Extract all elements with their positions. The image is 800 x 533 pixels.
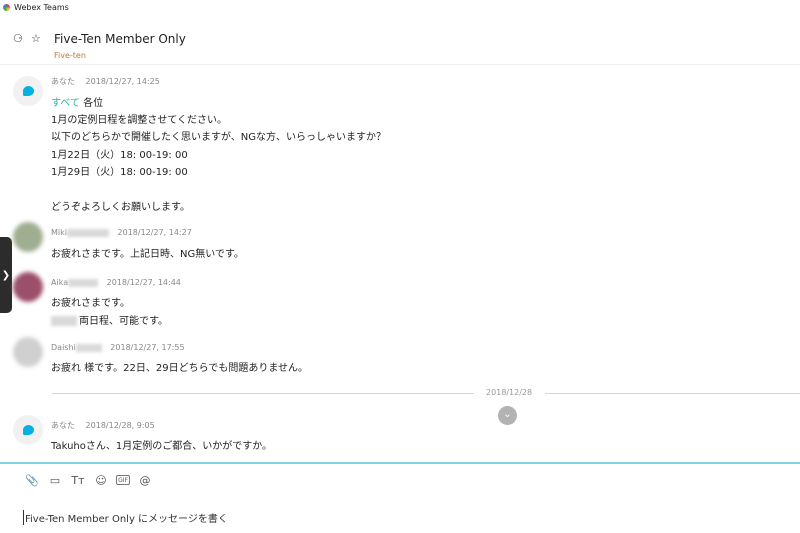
space-title: Five-Ten Member Only: [54, 32, 186, 46]
redacted-name: [66, 228, 109, 237]
space-info-icon[interactable]: ⚆: [13, 33, 23, 44]
message-author: Aika: [51, 278, 69, 287]
message-text: どうぞよろしくお願いします。: [51, 202, 190, 213]
avatar: [13, 415, 43, 445]
redacted-name: [75, 343, 102, 352]
title-bar: Webex Teams: [0, 0, 800, 14]
chat-bubble-icon: [22, 86, 34, 96]
team-name[interactable]: Five-ten: [54, 51, 86, 60]
message-text: 両日程、可能です。: [51, 312, 168, 327]
message-author: あなた: [51, 421, 75, 430]
redacted-name: [68, 278, 99, 287]
message-text: 1月の定例日程を調整させてください。: [51, 115, 228, 126]
composer-toolbar: 📎 ▭ Tᴛ ☺ GIF @: [24, 473, 153, 487]
app-title: Webex Teams: [14, 2, 69, 12]
message-author: Miki: [51, 228, 67, 237]
date-divider-label: 2018/12/28: [486, 388, 533, 397]
avatar: [13, 337, 43, 367]
message-input[interactable]: Five-Ten Member Only にメッセージを書く: [23, 510, 228, 525]
message-time: 2018/12/28, 9:05: [85, 421, 155, 430]
avatar: [13, 76, 43, 106]
date-divider-line: [545, 393, 800, 394]
message-meta: Aika 2018/12/27, 14:44: [51, 278, 181, 287]
message-meta: Miki 2018/12/27, 14:27: [51, 228, 192, 237]
message-meta: あなた 2018/12/27, 14:25: [51, 76, 160, 87]
message-author: あなた: [51, 77, 75, 86]
message-text: 1月29日（火）18: 00-19: 00: [51, 167, 188, 178]
webex-logo-icon: [3, 3, 10, 11]
mention-icon[interactable]: @: [137, 473, 153, 487]
message-time: 2018/12/27, 14:44: [106, 278, 181, 287]
space-header: ⚆ ☆ Five-Ten Member Only Five-ten: [0, 24, 800, 65]
message-time: 2018/12/27, 17:55: [110, 343, 185, 352]
chevron-right-icon: ❯: [1, 269, 11, 281]
message-text: お疲れさまです。上記日時、NG無いです。: [51, 249, 244, 260]
avatar: [13, 222, 43, 252]
message-time: 2018/12/27, 14:25: [85, 77, 160, 86]
attach-file-icon[interactable]: 📎: [24, 473, 40, 487]
favorite-star-icon[interactable]: ☆: [31, 33, 41, 44]
composer-divider: [0, 462, 800, 464]
gif-icon[interactable]: GIF: [116, 475, 130, 485]
avatar: [13, 272, 43, 302]
message-text: お疲れさまです。: [51, 298, 130, 309]
message-meta: Daishi 2018/12/27, 17:55: [51, 343, 185, 352]
date-divider-line: [52, 393, 474, 394]
message-text: 以下のどちらかで開催したく思いますが、NGな方、いらっしゃいますか？: [51, 132, 387, 143]
scroll-down-button[interactable]: ⌄: [498, 406, 517, 425]
mention-all[interactable]: すべて: [51, 98, 80, 109]
emoji-icon[interactable]: ☺: [93, 473, 109, 487]
message-text: Takuhoさん、1月定例のご都合、いかがですか。: [51, 441, 273, 452]
message-text: お疲れ 様です。22日、29日どちらでも問題ありません。: [51, 363, 309, 374]
message-text: 1月22日（火）18: 00-19: 00: [51, 150, 188, 161]
redacted-text: [51, 316, 77, 326]
message-text: すべて 各位: [51, 94, 103, 109]
message-author: Daishi: [51, 343, 76, 352]
chat-bubble-icon: [22, 425, 34, 435]
chevron-down-icon: ⌄: [503, 409, 512, 420]
text-format-icon[interactable]: Tᴛ: [70, 473, 86, 487]
message-text-rest: 各位: [79, 98, 104, 109]
expand-sidebar-handle[interactable]: ❯: [0, 237, 12, 313]
whiteboard-icon[interactable]: ▭: [47, 473, 63, 487]
message-meta: あなた 2018/12/28, 9:05: [51, 420, 155, 431]
message-text-rest: 両日程、可能です。: [79, 316, 168, 327]
message-time: 2018/12/27, 14:27: [117, 228, 192, 237]
